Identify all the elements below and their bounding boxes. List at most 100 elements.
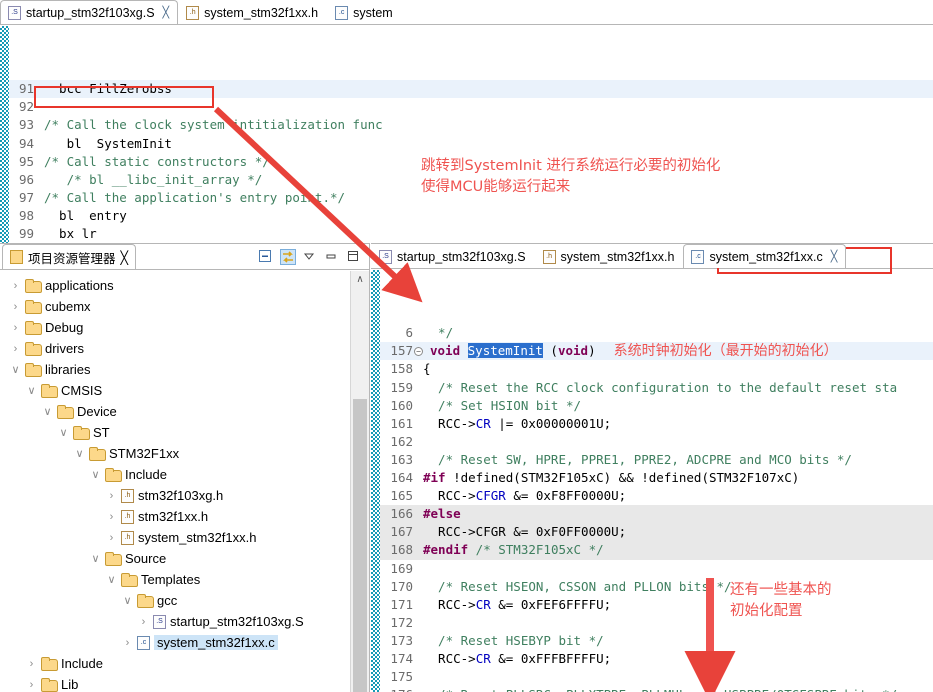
tree-item-system-stm32f1xx-c[interactable]: › .c system_stm32f1xx.c	[0, 632, 350, 653]
twisty-icon[interactable]: ›	[122, 637, 133, 649]
maximize-icon[interactable]	[346, 249, 362, 265]
minimize-icon[interactable]	[324, 249, 340, 265]
tree-item-lib[interactable]: › Lib	[0, 674, 350, 692]
tree-item-cubemx[interactable]: › cubemx	[0, 296, 350, 317]
tab-system-stm32f1xx-c[interactable]: .c system_stm32f1xx.c ╳	[683, 244, 847, 268]
project-tree[interactable]: › applications › cubemx › Debug › drivers ∨ libra…	[0, 271, 350, 692]
code-token: void	[430, 342, 468, 358]
twisty-icon[interactable]: ∨	[74, 447, 85, 460]
code-line[interactable]: 92	[0, 98, 933, 116]
tree-item-cmsis[interactable]: ∨ CMSIS	[0, 380, 350, 401]
tree-item-label: Device	[77, 404, 117, 419]
code-line[interactable]: 93/* Call the clock system intitializati…	[0, 116, 933, 134]
twisty-icon[interactable]: ›	[138, 616, 149, 628]
tree-item-st[interactable]: ∨ ST	[0, 422, 350, 443]
folder-icon	[73, 426, 90, 440]
code-line[interactable]: 176 /* Reset PLLSRC, PLLXTPRE, PLLMUL an…	[371, 686, 933, 692]
tree-item-applications[interactable]: › applications	[0, 275, 350, 296]
tree-item-include[interactable]: › Include	[0, 653, 350, 674]
tab-system-stm32f1xx-h[interactable]: .h system_stm32f1xx.h	[178, 0, 327, 24]
tree-item-source[interactable]: ∨ Source	[0, 548, 350, 569]
code-text: bcc FillZerobss	[38, 80, 933, 98]
c-file-icon: .c	[691, 249, 705, 264]
twisty-icon[interactable]: ›	[26, 679, 37, 691]
close-icon[interactable]: ╳	[121, 250, 129, 265]
twisty-icon[interactable]: ›	[10, 322, 21, 334]
code-line[interactable]: 175	[371, 668, 933, 686]
code-line[interactable]: 174 RCC->CR &= 0xFFFBFFFFU;	[371, 650, 933, 668]
code-line[interactable]: 160 /* Set HSION bit */	[371, 397, 933, 415]
twisty-icon[interactable]: ›	[106, 532, 117, 544]
code-token: /* Reset HSEON, CSSON and PLLON bits */	[423, 578, 732, 594]
twisty-icon[interactable]: ∨	[26, 384, 37, 397]
tab-system[interactable]: .c system	[327, 0, 402, 24]
code-line[interactable]: 98 bl entry	[0, 207, 933, 225]
code-line[interactable]: 91 bcc FillZerobss	[0, 80, 933, 99]
folder-icon	[25, 279, 42, 293]
twisty-icon[interactable]: ›	[106, 490, 117, 502]
scroll-up-icon[interactable]: ∧	[351, 271, 369, 289]
tree-item-stm32f1xx-h[interactable]: › .h stm32f1xx.h	[0, 506, 350, 527]
code-line[interactable]: 173 /* Reset HSEBYP bit */	[371, 632, 933, 650]
bottom-editor-code[interactable]: 6 */157− void SystemInit (void) 系统时钟初始化（最开…	[371, 270, 933, 692]
tree-item-debug[interactable]: › Debug	[0, 317, 350, 338]
tree-item-drivers[interactable]: › drivers	[0, 338, 350, 359]
code-line[interactable]: 161 RCC->CR |= 0x00000001U;	[371, 415, 933, 433]
tree-item-templates[interactable]: ∨ Templates	[0, 569, 350, 590]
tree-item-gcc[interactable]: ∨ gcc	[0, 590, 350, 611]
project-explorer-tab[interactable]: 项目资源管理器 ╳	[2, 244, 137, 269]
tab-startup-stm32f103xg-s[interactable]: .S startup_stm32f103xg.S	[371, 244, 535, 268]
tree-item-stm32f103xg-h[interactable]: › .h stm32f103xg.h	[0, 485, 350, 506]
project-tree-scrollbar[interactable]: ∧	[350, 271, 369, 692]
twisty-icon[interactable]: ›	[10, 301, 21, 313]
code-line[interactable]: 158{	[371, 360, 933, 378]
tab-startup-stm32f103xg-s[interactable]: .S startup_stm32f103xg.S ╳	[0, 0, 179, 24]
code-line[interactable]: 163 /* Reset SW, HPRE, PPRE1, PPRE2, ADC…	[371, 451, 933, 469]
tree-item-device[interactable]: ∨ Device	[0, 401, 350, 422]
twisty-icon[interactable]: ›	[10, 343, 21, 355]
fold-collapse-icon[interactable]: −	[414, 346, 423, 356]
tree-item-include[interactable]: ∨ Include	[0, 464, 350, 485]
twisty-icon[interactable]: ∨	[42, 405, 53, 418]
collapse-all-icon[interactable]	[258, 249, 274, 265]
tree-item-label: applications	[45, 278, 114, 293]
twisty-icon[interactable]: ›	[26, 658, 37, 670]
tab-system-stm32f1xx-h[interactable]: .h system_stm32f1xx.h	[535, 244, 684, 268]
twisty-icon[interactable]: ∨	[90, 468, 101, 481]
link-with-editor-icon[interactable]	[280, 248, 296, 265]
code-text: void SystemInit (void) 系统时钟初始化（最开始的初始化）	[424, 341, 933, 362]
code-line[interactable]: 168 #endif /* STM32F105xC */	[371, 541, 933, 560]
tree-item-system-stm32f1xx-h[interactable]: › .h system_stm32f1xx.h	[0, 527, 350, 548]
code-line[interactable]: 6 */	[371, 324, 933, 342]
code-line[interactable]: 159 /* Reset the RCC clock configuration…	[371, 379, 933, 397]
tree-item-stm32f1xx[interactable]: ∨ STM32F1xx	[0, 443, 350, 464]
code-line[interactable]: 167 RCC->CFGR &= 0xF0FF0000U;	[371, 523, 933, 542]
code-line[interactable]: 162	[371, 433, 933, 451]
twisty-icon[interactable]: ∨	[58, 426, 69, 439]
twisty-icon[interactable]: ∨	[10, 363, 21, 376]
close-icon[interactable]: ╳	[163, 6, 170, 19]
code-token: /* Reset SW, HPRE, PPRE1, PPRE2, ADCPRE …	[423, 451, 852, 467]
tree-item-label: system_stm32f1xx.h	[138, 530, 257, 545]
twisty-icon[interactable]: ›	[106, 511, 117, 523]
close-icon[interactable]: ╳	[831, 250, 838, 263]
twisty-icon[interactable]: ∨	[106, 573, 117, 586]
folder-icon	[25, 300, 42, 314]
twisty-icon[interactable]: ∨	[122, 594, 133, 607]
code-line[interactable]: 166 #else	[371, 505, 933, 524]
code-line[interactable]: 164 #if !defined(STM32F105xC) && !defined…	[371, 469, 933, 487]
top-editor-code[interactable]: 91 bcc FillZerobss 92 93/* Call the clock …	[0, 26, 933, 243]
tree-item-startup-stm32f103xg-s[interactable]: › .S startup_stm32f103xg.S	[0, 611, 350, 632]
code-token: /* Reset HSEBYP bit */	[423, 632, 604, 648]
twisty-icon[interactable]: ∨	[90, 552, 101, 565]
scrollbar-thumb[interactable]	[353, 399, 367, 692]
code-line[interactable]: 99 bx lr	[0, 225, 933, 243]
code-line[interactable]: 157− void SystemInit (void) 系统时钟初始化（最开始的初始…	[371, 341, 933, 362]
folder-icon	[41, 657, 58, 671]
code-line[interactable]: 169	[371, 560, 933, 578]
tree-item-libraries[interactable]: ∨ libraries	[0, 359, 350, 380]
view-menu-chevron-icon[interactable]	[302, 249, 318, 265]
code-line[interactable]: 94 bl SystemInit	[0, 135, 933, 153]
code-line[interactable]: 165 RCC->CFGR &= 0xF8FF0000U;	[371, 487, 933, 505]
twisty-icon[interactable]: ›	[10, 280, 21, 292]
